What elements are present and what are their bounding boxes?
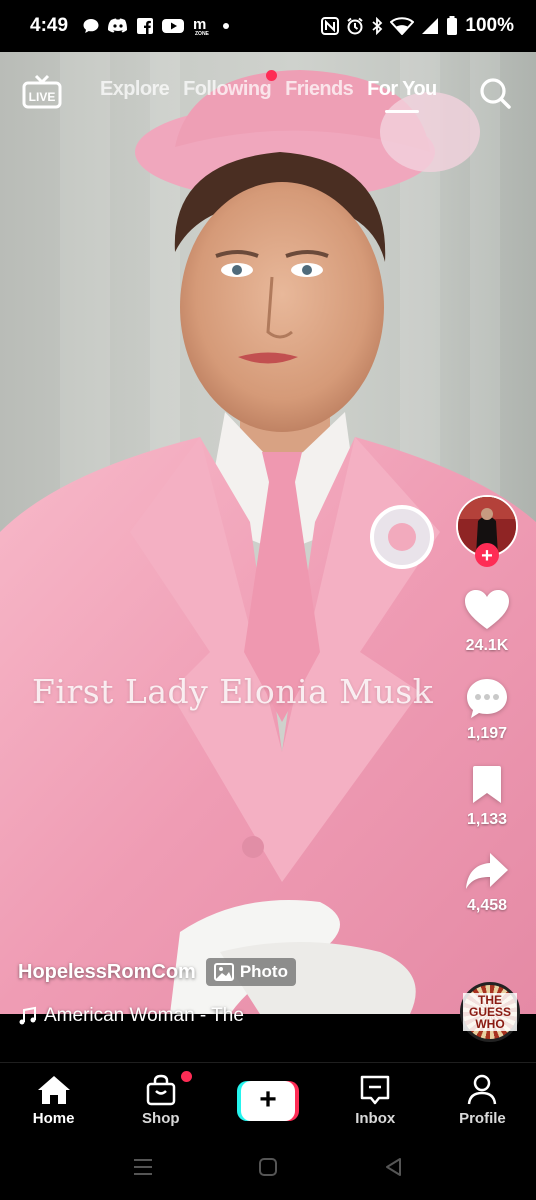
- nav-home[interactable]: Home: [0, 1063, 107, 1138]
- inbox-icon: [360, 1075, 390, 1105]
- system-nav: [0, 1138, 536, 1200]
- heart-icon: [465, 590, 509, 629]
- comment-count: 1,197: [466, 725, 508, 742]
- battery-percent: 100%: [465, 15, 514, 36]
- feed-tabs: Explore Following Friends For You: [100, 70, 437, 101]
- nav-create[interactable]: +: [214, 1063, 321, 1138]
- recents-icon: [133, 1158, 152, 1175]
- action-bar: + 24.1K 1,197 1,133 4,458: [452, 495, 522, 915]
- signal-icon: [421, 17, 439, 35]
- like-button[interactable]: 24.1K: [464, 589, 510, 655]
- music-row[interactable]: American Woman - The: [18, 1005, 244, 1027]
- save-button[interactable]: 1,133: [467, 765, 507, 829]
- nav-inbox[interactable]: Inbox: [322, 1063, 429, 1138]
- nfc-icon: [321, 17, 340, 35]
- search-icon: [480, 78, 511, 109]
- post-info: HopelessRomCom Photo: [18, 958, 296, 986]
- music-disc-label: THE GUESS WHO: [463, 993, 517, 1031]
- tab-for-you[interactable]: For You: [367, 78, 437, 101]
- music-disc[interactable]: THE GUESS WHO: [460, 982, 520, 1042]
- follow-button[interactable]: +: [475, 543, 499, 567]
- shop-bag-icon: [146, 1074, 176, 1106]
- profile-icon: [468, 1074, 497, 1105]
- live-tv-icon: LIVE: [22, 74, 62, 109]
- search-button[interactable]: [478, 76, 512, 110]
- discord-icon: [108, 18, 128, 34]
- nav-profile-label: Profile: [459, 1110, 506, 1127]
- back-button[interactable]: [382, 1156, 404, 1183]
- photo-badge-label: Photo: [239, 962, 288, 981]
- photo-badge: Photo: [205, 958, 296, 986]
- like-count: 24.1K: [465, 637, 509, 654]
- chat-bubble-icon: [82, 17, 100, 35]
- dot-icon: [222, 22, 230, 30]
- m-zone-icon: m ZONE: [192, 16, 214, 36]
- home-system-button[interactable]: [257, 1156, 279, 1183]
- tab-following-label: Following: [183, 78, 272, 100]
- plus-icon: +: [241, 1080, 295, 1121]
- share-count: 4,458: [466, 897, 508, 914]
- svg-text:LIVE: LIVE: [29, 90, 56, 104]
- nav-home-label: Home: [32, 1110, 75, 1127]
- nav-shop[interactable]: Shop: [107, 1063, 214, 1138]
- bookmark-icon: [472, 766, 501, 803]
- photo-caption: First Lady Elonia Musk: [32, 672, 434, 711]
- comment-bubble-icon: [467, 679, 507, 718]
- music-title: American Woman - The: [44, 1005, 244, 1026]
- image-icon: [213, 963, 234, 981]
- recent-apps-button[interactable]: [132, 1157, 154, 1182]
- comment-button[interactable]: 1,197: [465, 677, 509, 743]
- status-bar: 4:49 m ZONE 100%: [0, 0, 536, 52]
- bottom-nav: Home Shop + Inbox Profile: [0, 1062, 536, 1138]
- home-square-icon: [258, 1157, 277, 1176]
- shop-notification-dot: [181, 1071, 193, 1082]
- home-icon: [37, 1076, 70, 1104]
- youtube-icon: [162, 18, 185, 34]
- nav-shop-label: Shop: [142, 1110, 180, 1127]
- music-note-icon: [19, 1006, 36, 1025]
- nav-inbox-label: Inbox: [355, 1110, 396, 1127]
- create-button[interactable]: +: [237, 1080, 299, 1121]
- share-button[interactable]: 4,458: [464, 851, 510, 915]
- nav-profile[interactable]: Profile: [429, 1063, 536, 1138]
- tab-explore[interactable]: Explore: [100, 78, 170, 101]
- status-time: 4:49: [30, 15, 69, 36]
- tab-friends[interactable]: Friends: [285, 78, 354, 101]
- following-notification-dot: [266, 70, 278, 81]
- battery-icon: [446, 16, 458, 36]
- bluetooth-icon: [371, 17, 383, 35]
- live-button[interactable]: LIVE: [22, 74, 62, 110]
- alarm-icon: [346, 17, 364, 35]
- share-arrow-icon: [466, 853, 508, 889]
- back-arrow-icon: [386, 1157, 402, 1176]
- top-nav: LIVE Explore Following Friends For You: [0, 52, 536, 132]
- save-count: 1,133: [466, 811, 508, 828]
- wifi-icon: [390, 17, 415, 35]
- tab-following[interactable]: Following: [183, 70, 278, 101]
- svg-text:ZONE: ZONE: [195, 31, 210, 36]
- facebook-icon: [136, 17, 154, 35]
- username[interactable]: HopelessRomCom: [18, 961, 196, 984]
